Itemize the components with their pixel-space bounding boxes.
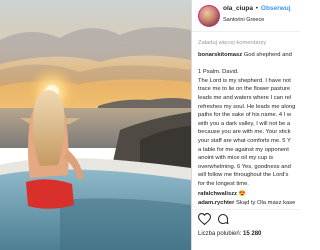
- caption-line: because you are with me. Your stick: [198, 129, 291, 136]
- comment-item: adam.rychter Skąd ty Ola masz kase: [198, 200, 295, 206]
- header-line: ola_ciupa • Obserwuj: [223, 5, 291, 12]
- comment-username[interactable]: bonarskitomasz: [198, 52, 242, 58]
- caption-line: paths for the sake of his name. 4 I w: [198, 112, 292, 119]
- comment-item: rafalchwaliszz 😍: [198, 191, 246, 197]
- sunset-bathtub-image: [0, 0, 191, 250]
- post-actions: [198, 212, 229, 226]
- actions-divider: [192, 209, 300, 210]
- caption-line: trace me to lie on the flower pasture: [198, 86, 291, 93]
- caption-line: will follow me throughout the Lord's: [198, 172, 289, 179]
- load-more-comments-link[interactable]: Załaduj więcej komentarzy: [198, 40, 266, 46]
- comment-text: 😍: [238, 191, 246, 197]
- caption-line: 1 Psalm. David.: [198, 69, 239, 76]
- likes-number: 15 280: [243, 231, 262, 237]
- caption-comment: bonarskitomasz God shepherd and 1 Psalm.…: [198, 51, 300, 189]
- likes-count[interactable]: Liczba polubień: 15 280: [198, 231, 261, 237]
- caption-line: a table for me against my opponent: [198, 146, 289, 153]
- caption-line: overwhelming. 6 Yes, goodness and: [198, 163, 291, 170]
- comment-username[interactable]: rafalchwaliszz: [198, 191, 237, 197]
- location-link[interactable]: Santorini Greece: [223, 17, 264, 23]
- caption-line: refreshes my soul. He leads me along: [198, 103, 296, 110]
- caption-line: anoint with mice oil my cup is: [198, 155, 274, 162]
- caption-line: leads me and waters where I can rel: [198, 94, 292, 101]
- post-header: ola_ciupa • Obserwuj Santorini Greece: [192, 0, 300, 32]
- comment-text: Skąd ty Ola masz kase: [236, 200, 296, 206]
- caption-line: The Lord is my shepherd. I have not: [198, 77, 291, 84]
- username-link[interactable]: ola_ciupa: [223, 5, 253, 12]
- separator-dot: •: [255, 5, 259, 12]
- post-photo[interactable]: [0, 0, 191, 250]
- likes-label: Liczba polubień:: [198, 231, 242, 237]
- comment-icon[interactable]: [217, 213, 229, 225]
- follow-button[interactable]: Obserwuj: [261, 5, 291, 12]
- caption-line: your staff are what comforts me. 5 Y: [198, 137, 291, 144]
- avatar[interactable]: [198, 5, 220, 27]
- post-side-panel: ola_ciupa • Obserwuj Santorini Greece Za…: [191, 0, 300, 250]
- comment-username[interactable]: adam.rychter: [198, 200, 234, 206]
- caption-text: God shepherd and: [243, 52, 292, 58]
- caption-line: with you a dark valley, I will not be a: [198, 120, 291, 127]
- heart-icon[interactable]: [198, 213, 211, 225]
- caption-line: for the longest time.: [198, 180, 249, 187]
- caption-first-line: bonarskitomasz God shepherd and: [198, 51, 300, 60]
- instagram-post: ola_ciupa • Obserwuj Santorini Greece Za…: [0, 0, 300, 250]
